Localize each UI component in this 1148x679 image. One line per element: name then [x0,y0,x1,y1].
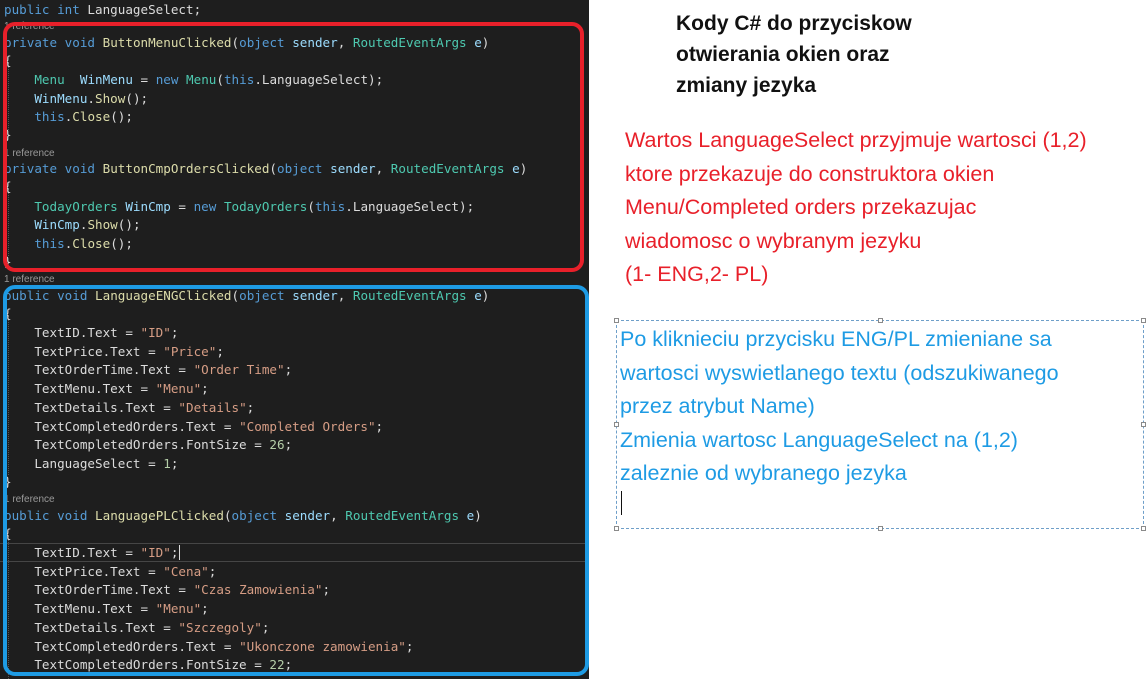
red-annotation-line: Wartos LanguageSelect przyjmuje wartosci… [625,128,1087,152]
title-line: zmiany jezyka [676,74,817,97]
code-line[interactable]: public int LanguageSelect; [4,0,201,19]
text-caret [621,490,622,515]
title-line: otwierania okien oraz [676,43,890,66]
blue-highlight-frame [3,285,589,676]
title-line: Kody C# do przyciskow [676,12,912,35]
resize-handle[interactable] [614,318,619,323]
red-annotation-line: Menu/Completed orders przekazujac [625,195,977,219]
blue-annotation-line: Po kliknieciu przycisku ENG/PL zmieniane… [620,327,1052,351]
resize-handle[interactable] [614,422,619,427]
red-highlight-frame [3,22,584,272]
keyword: int [57,2,80,17]
keyword: public [4,2,50,17]
blue-annotation-line: przez atrybut Name) [620,394,815,418]
resize-handle[interactable] [614,526,619,531]
red-annotation-line: (1- ENG,2- PL) [625,262,769,286]
code-editor[interactable]: public int LanguageSelect; 1 reference p… [0,0,589,679]
red-annotation-line: wiadomosc o wybranym jezyku [625,228,922,253]
red-annotation-line: ktore przekazuje do construktora okien [625,161,995,186]
blue-annotation-text: zaleznie od wybranego jezyka [620,461,907,485]
blue-annotation-line: zaleznie od wybranego jezyka [620,457,1144,515]
red-annotation: Wartos LanguageSelect przyjmuje wartosci… [625,124,1148,292]
annotation-title: Kody C# do przyciskow otwierania okien o… [676,8,976,101]
code-text: LanguageSelect; [79,2,202,17]
resize-handle[interactable] [1141,526,1146,531]
resize-handle[interactable] [878,526,883,531]
blue-annotation-line: wartosci wyswietlanego textu (odszukiwan… [620,360,1059,385]
blue-annotation[interactable]: Po kliknieciu przycisku ENG/PL zmieniane… [620,323,1144,515]
blue-annotation-line: Zmienia wartosc LanguageSelect na (1,2) [620,427,1018,452]
